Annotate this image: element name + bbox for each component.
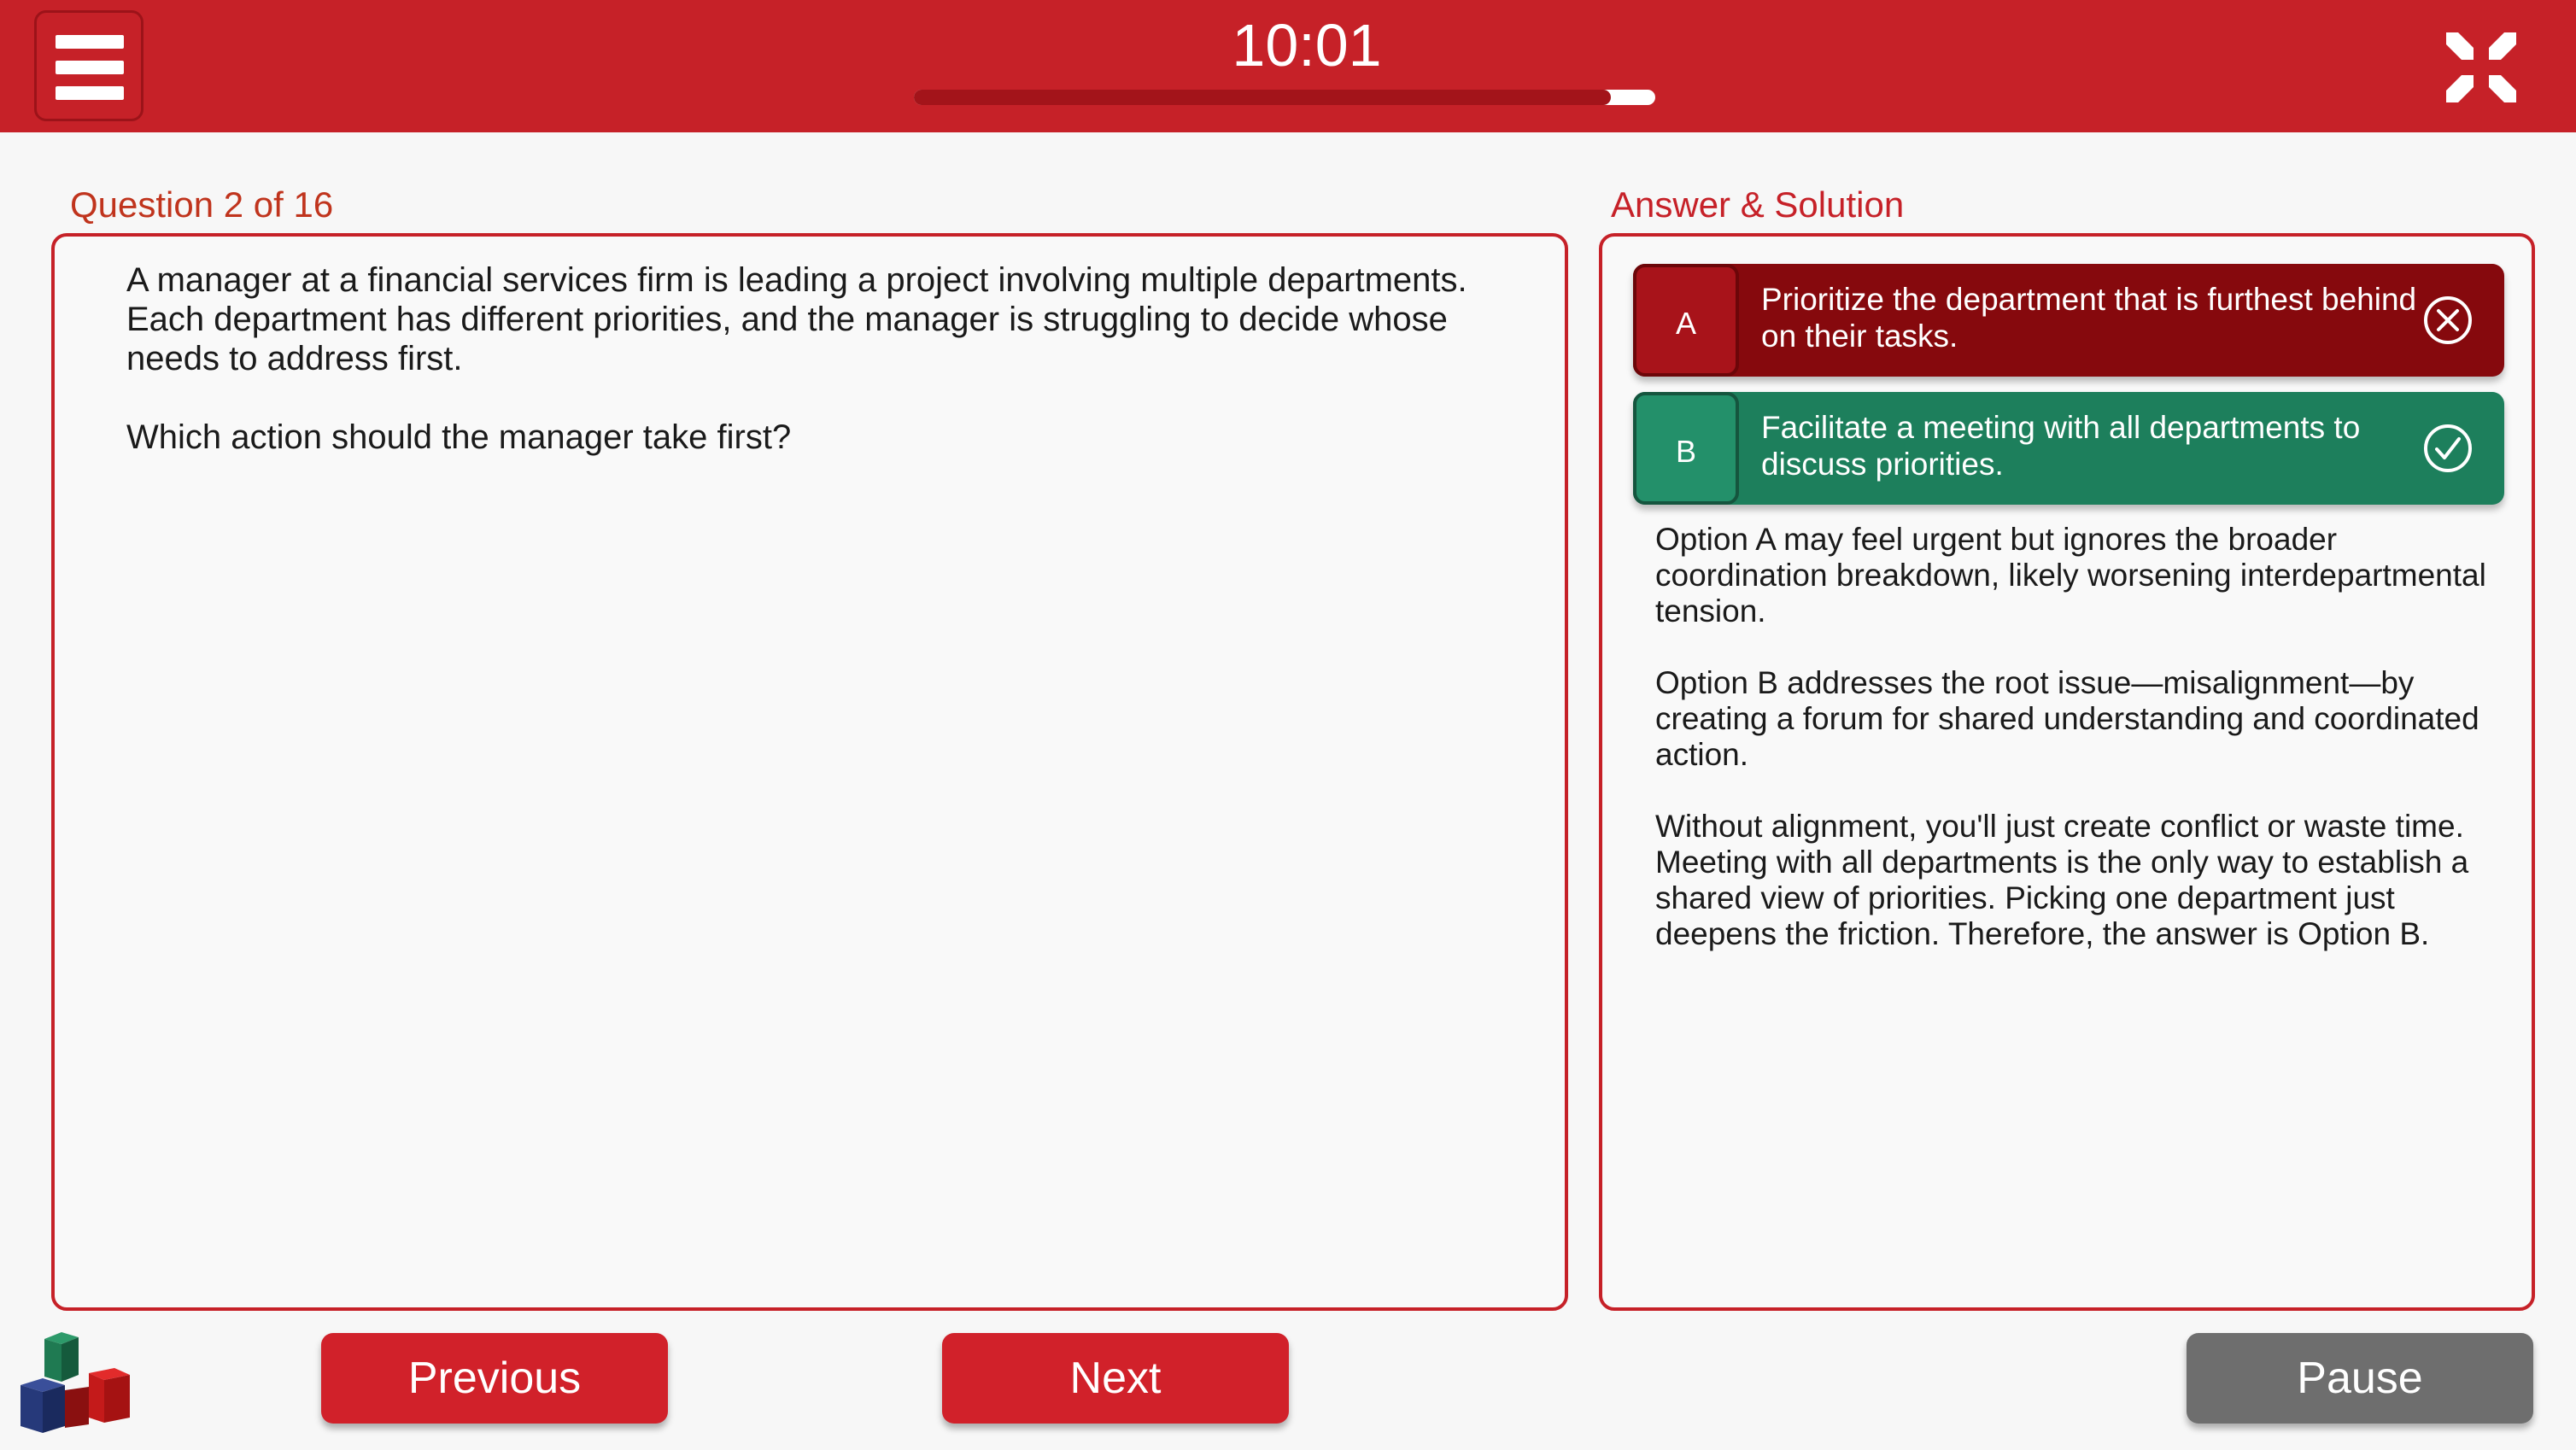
option-text: Prioritize the department that is furthe… — [1761, 281, 2427, 354]
x-circle-icon — [2424, 296, 2472, 344]
solution-line: deepens the friction. Therefore, the ans… — [1655, 916, 2430, 951]
solution-paragraph: Without alignment, you'll just create co… — [1655, 809, 2492, 952]
solution-line: shared view of priorities. Picking one d… — [1655, 880, 2395, 915]
solution-text: Option A may feel urgent but ignores the… — [1655, 522, 2492, 988]
option-line: Facilitate a meeting with all department… — [1761, 410, 2361, 445]
solution-paragraph: Option B addresses the root issue—misali… — [1655, 665, 2492, 773]
check-circle-icon — [2424, 424, 2472, 472]
question-line: Each department has different priorities… — [126, 301, 1448, 338]
answer-panel: A Prioritize the department that is furt… — [1599, 233, 2535, 1311]
option-letter: A — [1633, 264, 1739, 377]
hamburger-menu-icon[interactable] — [34, 10, 143, 121]
solution-line: action. — [1655, 737, 1749, 772]
timer: 10:01 — [1232, 12, 1382, 79]
top-bar: 10:01 — [0, 0, 2576, 132]
cubes-logo-icon — [20, 1332, 130, 1433]
timer-progress-fill — [914, 90, 1611, 105]
question-body: A manager at a financial services firm i… — [126, 260, 1527, 378]
solution-line: Meeting with all departments is the only… — [1655, 845, 2469, 880]
solution-line: creating a forum for shared understandin… — [1655, 701, 2479, 736]
pause-button[interactable]: Pause — [2187, 1333, 2533, 1424]
option-line: discuss priorities. — [1761, 447, 2004, 482]
previous-button[interactable]: Previous — [321, 1333, 668, 1424]
option-b-correct[interactable]: B Facilitate a meeting with all departme… — [1633, 392, 2504, 505]
option-line: on their tasks. — [1761, 319, 1958, 354]
option-line: Prioritize the department that is furthe… — [1761, 282, 2417, 317]
solution-line: coordination breakdown, likely worsening… — [1655, 558, 2486, 593]
timer-progress-bar — [914, 90, 1655, 105]
next-button[interactable]: Next — [942, 1333, 1289, 1424]
option-text: Facilitate a meeting with all department… — [1761, 409, 2427, 482]
question-counter: Question 2 of 16 — [70, 184, 334, 225]
solution-line: Option B addresses the root issue—misali… — [1655, 665, 2415, 700]
answer-solution-heading: Answer & Solution — [1611, 184, 1905, 225]
solution-paragraph: Option A may feel urgent but ignores the… — [1655, 522, 2492, 629]
collapse-fullscreen-icon[interactable] — [2443, 29, 2520, 106]
question-line: A manager at a financial services firm i… — [126, 261, 1467, 299]
question-line: needs to address first. — [126, 340, 463, 377]
question-panel: A manager at a financial services firm i… — [51, 233, 1568, 1311]
question-prompt: Which action should the manager take fir… — [126, 418, 792, 456]
question-text: A manager at a financial services firm i… — [126, 260, 1527, 457]
solution-line: Without alignment, you'll just create co… — [1655, 809, 2464, 844]
option-a-incorrect[interactable]: A Prioritize the department that is furt… — [1633, 264, 2504, 377]
option-letter: B — [1633, 392, 1739, 505]
solution-line: tension. — [1655, 593, 1766, 629]
solution-line: Option A may feel urgent but ignores the… — [1655, 522, 2338, 557]
